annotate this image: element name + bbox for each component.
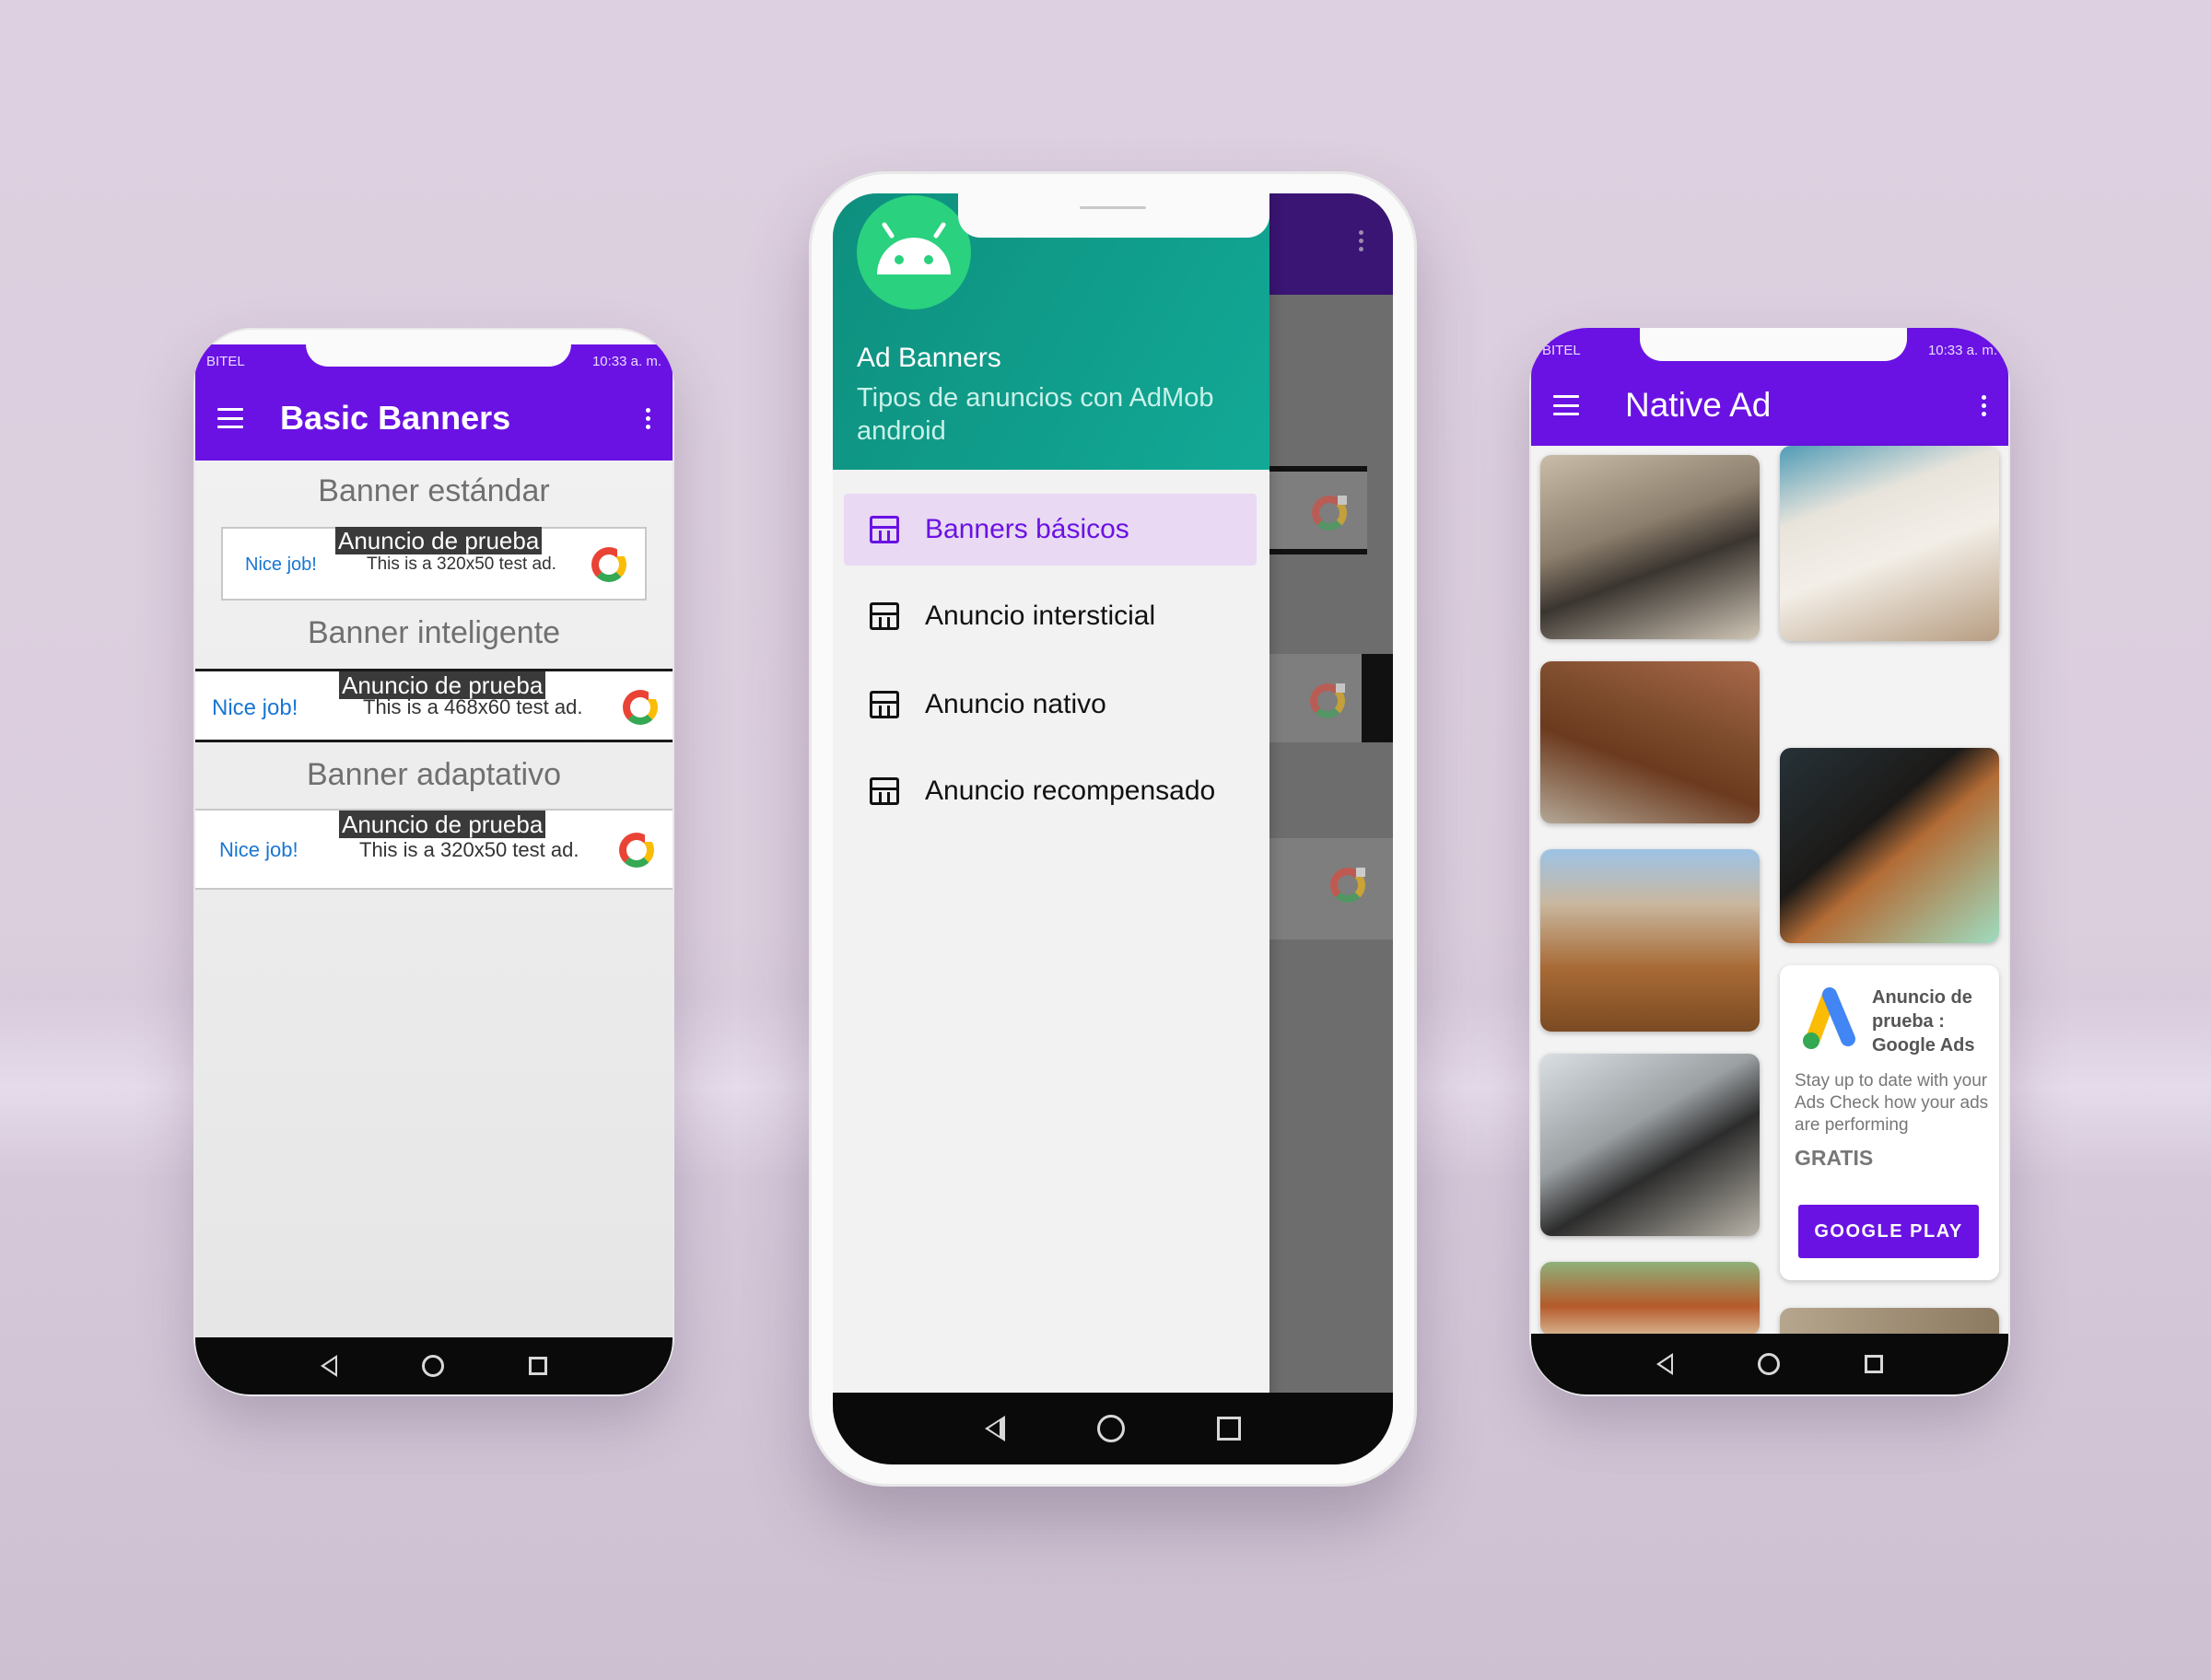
- dog-photo[interactable]: [1540, 849, 1760, 1032]
- ad-text: This is a 468x60 test ad.: [363, 695, 583, 718]
- phone-native-ad: BITEL 10:33 a. m. Native Ad Anuncio de p…: [1529, 328, 2010, 1396]
- android-icon: [877, 222, 951, 274]
- menu-item-label: Anuncio intersticial: [925, 601, 1156, 631]
- clock-label: 10:33 a. m.: [1927, 343, 1997, 358]
- carrier-label: BITEL: [1542, 343, 1581, 358]
- banner-smart-ad[interactable]: Anuncio de prueba Nice job! This is a 46…: [195, 669, 673, 742]
- system-nav-bar: [833, 1393, 1393, 1464]
- native-ad-body: Stay up to date with your Ads Check how …: [1795, 1071, 1989, 1135]
- clock-label: 10:33 a. m.: [591, 354, 661, 369]
- menu-item-label: Banners básicos: [925, 514, 1129, 544]
- dog-photo[interactable]: [1780, 748, 1999, 943]
- system-nav-bar: [195, 1337, 673, 1394]
- home-icon[interactable]: [422, 1355, 444, 1377]
- menu-icon[interactable]: [1553, 395, 1579, 415]
- native-ad-price: GRATIS: [1795, 1146, 1874, 1170]
- toolbar: Basic Banners: [195, 376, 673, 461]
- menu-item-anuncio-recompensado[interactable]: Anuncio recompensado: [844, 755, 1257, 827]
- dog-photo[interactable]: [1540, 455, 1760, 639]
- carrier-label: BITEL: [206, 354, 245, 369]
- screen: BITEL 10:33 a. m. Basic Banners Banner e…: [195, 344, 673, 1394]
- native-ad-headline: Anuncio de prueba : Google Ads: [1872, 987, 1975, 1056]
- admob-icon: [591, 547, 626, 582]
- ad-nice-job: Nice job!: [219, 838, 298, 861]
- more-options-icon[interactable]: [646, 407, 650, 429]
- toolbar-title: Basic Banners: [280, 399, 511, 437]
- notch: [958, 193, 1269, 238]
- native-ad-card[interactable]: Anuncio de prueba : Google Ads Stay up t…: [1780, 965, 1999, 1280]
- ad-nice-job: Nice job!: [212, 695, 298, 720]
- ad-text: This is a 320x50 test ad.: [367, 554, 556, 574]
- recents-icon[interactable]: [1217, 1417, 1241, 1441]
- recents-icon[interactable]: [1865, 1355, 1883, 1373]
- test-ad-label: Anuncio de prueba: [339, 811, 546, 838]
- screen: Ad Banners Tipos de anuncios con AdMob a…: [833, 193, 1393, 1464]
- more-options-icon[interactable]: [1982, 394, 1986, 416]
- recents-icon[interactable]: [529, 1357, 547, 1375]
- dog-photo[interactable]: [1540, 1054, 1760, 1236]
- menu-item-anuncio-nativo[interactable]: Anuncio nativo: [844, 669, 1257, 741]
- dog-photo[interactable]: [1780, 446, 1999, 641]
- store-icon: [870, 602, 899, 630]
- store-icon: [870, 691, 899, 718]
- menu-item-banners-basicos[interactable]: Banners básicos: [844, 494, 1257, 566]
- back-icon[interactable]: [1656, 1353, 1673, 1375]
- home-icon[interactable]: [1097, 1415, 1125, 1442]
- back-icon[interactable]: [321, 1355, 337, 1377]
- admob-icon: [623, 690, 658, 725]
- menu-item-label: Anuncio nativo: [925, 689, 1106, 719]
- menu-item-label: Anuncio recompensado: [925, 776, 1216, 806]
- admob-icon: [619, 833, 654, 868]
- dog-photo[interactable]: [1540, 1262, 1760, 1336]
- ad-text: This is a 320x50 test ad.: [359, 838, 579, 861]
- toolbar: Native Ad: [1531, 365, 2008, 446]
- notch: [1640, 328, 1907, 361]
- banner-smart-heading: Banner inteligente: [307, 615, 561, 650]
- phone-drawer: Ad Banners Tipos de anuncios con AdMob a…: [809, 171, 1417, 1487]
- android-logo-avatar: [857, 195, 971, 309]
- drawer-subtitle: Tipos de anuncios con AdMob android: [857, 383, 1214, 446]
- menu-icon[interactable]: [217, 408, 243, 428]
- system-nav-bar: [1531, 1334, 2008, 1394]
- home-icon[interactable]: [1758, 1353, 1780, 1375]
- drawer-title: Ad Banners: [857, 343, 1001, 373]
- more-options-icon: [1359, 230, 1363, 251]
- banner-standard-ad[interactable]: Anuncio de prueba Nice job! This is a 32…: [221, 527, 647, 601]
- google-ads-icon: [1803, 987, 1855, 1049]
- banner-adaptive-ad[interactable]: Anuncio de prueba Nice job! This is a 32…: [195, 809, 673, 890]
- test-ad-label: Anuncio de prueba: [335, 527, 543, 554]
- store-icon: [870, 777, 899, 805]
- content-area: Banner estándar Anuncio de prueba Nice j…: [195, 461, 673, 1337]
- menu-item-anuncio-intersticial[interactable]: Anuncio intersticial: [844, 580, 1257, 652]
- banner-standard-heading: Banner estándar: [318, 473, 550, 508]
- toolbar-title: Native Ad: [1625, 386, 1772, 424]
- navigation-drawer: Ad Banners Tipos de anuncios con AdMob a…: [833, 193, 1269, 1464]
- phone-basic-banners: BITEL 10:33 a. m. Basic Banners Banner e…: [193, 328, 674, 1396]
- notch: [306, 344, 571, 367]
- speaker-grille: [1080, 206, 1146, 209]
- back-icon[interactable]: [985, 1416, 1005, 1441]
- google-play-button[interactable]: GOOGLE PLAY: [1798, 1205, 1979, 1258]
- banner-adaptive-heading: Banner adaptativo: [307, 757, 561, 792]
- store-icon: [870, 516, 899, 543]
- screen: BITEL 10:33 a. m. Native Ad Anuncio de p…: [1531, 328, 2008, 1394]
- dog-photo[interactable]: [1540, 661, 1760, 823]
- ad-nice-job: Nice job!: [245, 554, 317, 575]
